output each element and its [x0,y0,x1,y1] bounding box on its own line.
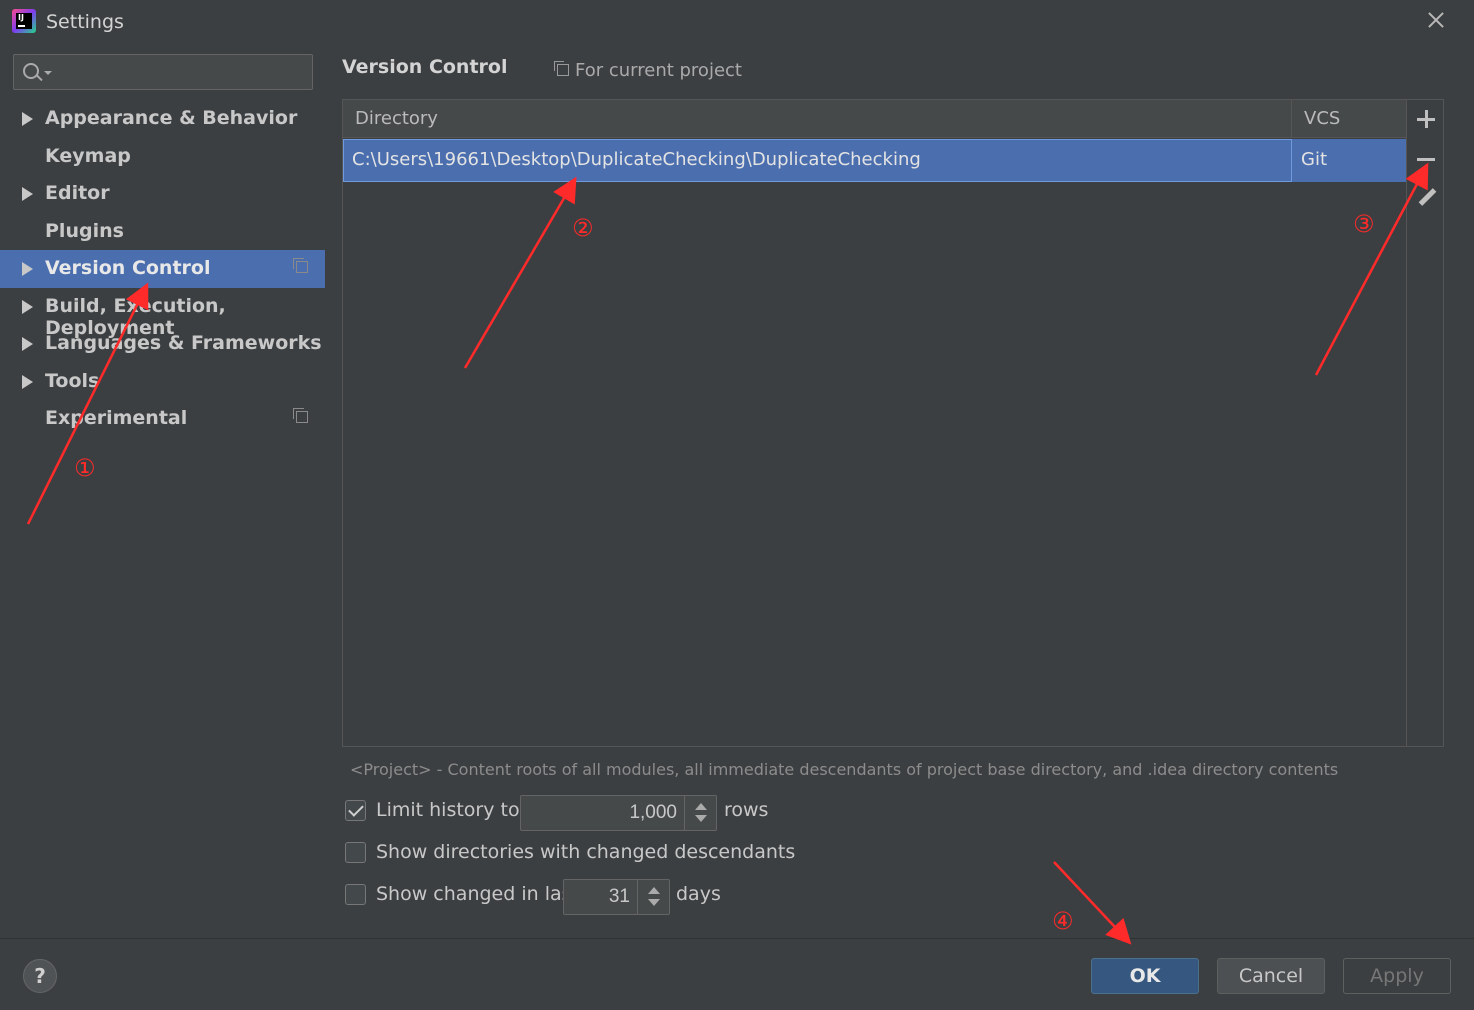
show-dirs-checkbox[interactable] [345,842,366,863]
sidebar-item-label: Appearance & Behavior [45,107,298,129]
apply-button[interactable]: Apply [1343,958,1451,994]
expand-arrow-icon[interactable] [22,187,33,201]
limit-history-label[interactable]: Limit history to: [376,799,526,821]
scope-text: For current project [575,60,742,81]
settings-tree: Appearance & Behavior Keymap Editor Plugins… [0,100,325,438]
sidebar-item-label: Plugins [45,219,124,242]
column-header-directory[interactable]: Directory [355,108,438,129]
sidebar-item-experimental[interactable]: Experimental [0,400,325,438]
sidebar-item-label: Version Control [45,257,211,279]
help-button[interactable]: ? [23,959,57,993]
project-scope-icon [293,258,308,273]
show-changed-suffix: days [676,883,721,905]
limit-history-input[interactable] [521,796,685,830]
limit-history-spinner[interactable] [520,795,717,831]
sidebar-item-tools[interactable]: Tools [0,363,325,401]
table-header: Directory VCS [343,100,1406,138]
expand-arrow-icon[interactable] [22,112,33,126]
sidebar-item-version-control[interactable]: Version Control [0,250,325,288]
sidebar-item-build-execution-deployment[interactable]: Build, Execution, Deployment [0,288,325,339]
show-changed-spinner[interactable] [563,879,670,915]
expand-arrow-icon[interactable] [22,337,33,351]
version-control-panel: Version Control For current project Dire… [325,42,1474,938]
table-toolbar [1406,100,1443,746]
settings-search[interactable] [13,54,313,90]
title-bar: IJ Settings [0,0,1474,42]
column-divider[interactable] [1291,100,1292,138]
project-scope-icon [554,61,569,76]
show-changed-label[interactable]: Show changed in last [376,883,579,905]
search-icon [23,63,39,79]
decrement-icon[interactable] [648,899,660,906]
remove-mapping-icon[interactable] [1417,150,1435,168]
settings-sidebar: Appearance & Behavior Keymap Editor Plugins… [0,42,325,938]
project-hint: <Project> - Content roots of all modules… [350,760,1339,779]
vcs-mappings-table: Directory VCS C:\Users\19661\Desktop\Dup… [342,99,1444,747]
sidebar-item-label: Tools [45,369,100,392]
sidebar-item-appearance-behavior[interactable]: Appearance & Behavior [0,100,325,138]
directory-path: C:\Users\19661\Desktop\DuplicateChecking… [352,149,921,170]
close-icon[interactable] [1424,8,1448,32]
sidebar-item-label: Languages & Frameworks [45,332,322,354]
column-header-vcs[interactable]: VCS [1304,108,1340,129]
show-dirs-label[interactable]: Show directories with changed descendant… [376,841,795,863]
search-input[interactable] [56,55,306,89]
sidebar-item-keymap[interactable]: Keymap [0,138,325,176]
ok-button[interactable]: OK [1091,958,1199,994]
show-changed-checkbox[interactable] [345,884,366,905]
cancel-button[interactable]: Cancel [1217,958,1325,994]
sidebar-item-label: Editor [45,182,110,204]
edit-mapping-icon[interactable] [1419,188,1435,208]
limit-history-stepper[interactable] [684,796,716,830]
limit-history-suffix: rows [724,799,769,821]
sidebar-item-label: Keymap [45,144,131,167]
increment-icon[interactable] [695,803,707,810]
window-title: Settings [46,11,124,33]
vcs-cell[interactable]: Git [1301,149,1327,170]
add-mapping-icon[interactable] [1417,110,1435,128]
search-options-caret-icon[interactable] [44,71,52,75]
table-row[interactable]: C:\Users\19661\Desktop\DuplicateChecking… [343,139,1406,182]
expand-arrow-icon[interactable] [22,299,33,314]
mappings-table-body: Directory VCS C:\Users\19661\Desktop\Dup… [343,100,1406,746]
page-title: Version Control [342,56,508,78]
limit-history-checkbox[interactable] [345,800,366,821]
project-scope-icon [293,408,308,423]
scope-label: For current project [554,60,742,81]
intellij-app-icon: IJ [12,9,36,33]
dialog-footer: ? OK Cancel Apply [0,938,1474,1010]
sidebar-item-languages-frameworks[interactable]: Languages & Frameworks [0,325,325,363]
decrement-icon[interactable] [695,815,707,822]
directory-cell[interactable]: C:\Users\19661\Desktop\DuplicateChecking… [343,139,1292,182]
show-changed-input[interactable] [564,880,638,914]
increment-icon[interactable] [648,887,660,894]
expand-arrow-icon[interactable] [22,262,33,276]
sidebar-item-label: Experimental [45,407,188,429]
sidebar-item-plugins[interactable]: Plugins [0,213,325,251]
show-changed-stepper[interactable] [637,880,669,914]
sidebar-item-editor[interactable]: Editor [0,175,325,213]
expand-arrow-icon[interactable] [22,374,33,389]
